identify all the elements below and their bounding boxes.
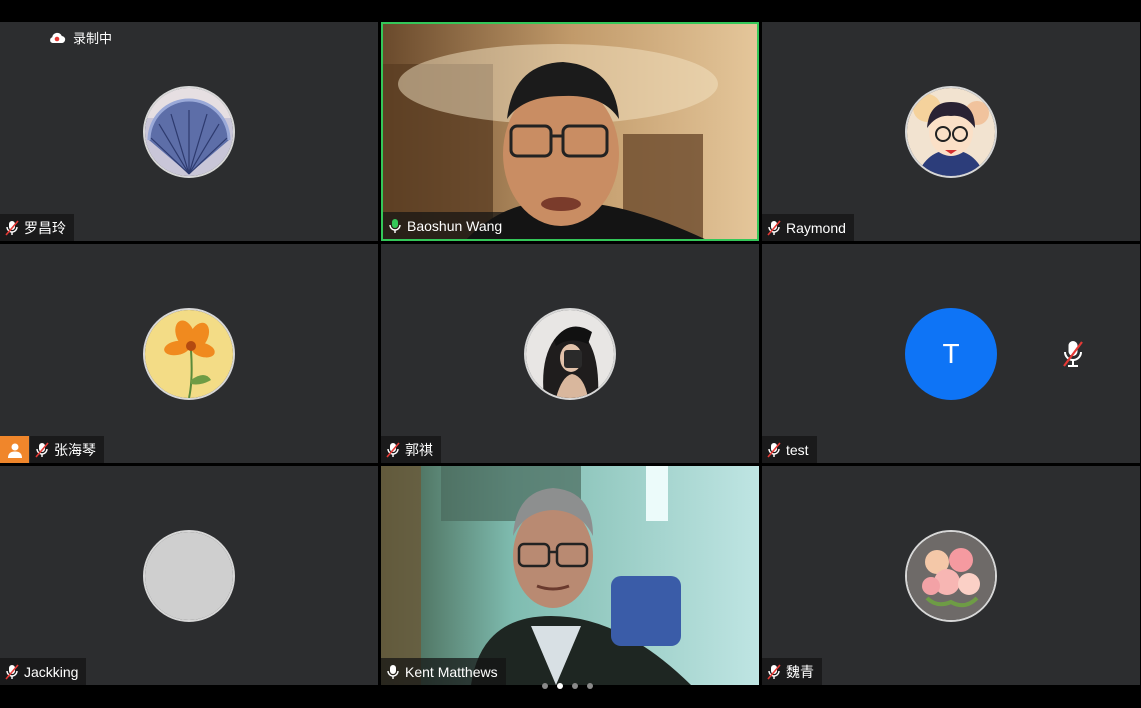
muted-mic-icon [1063,340,1083,367]
muted-mic-icon [767,663,781,680]
rose-bouquet-avatar [905,529,997,622]
muted-mic-icon [5,663,19,680]
page-dot-3[interactable] [572,683,578,689]
participant-name: Baoshun Wang [407,217,503,234]
host-badge [0,436,29,463]
participant-name: Kent Matthews [405,663,498,680]
participant-name: Raymond [786,219,846,236]
page-dot-1[interactable] [542,683,548,689]
participant-tile[interactable]: Jackking [0,466,378,685]
participant-nametag: Raymond [762,214,854,241]
participant-nametag: 魏青 [762,658,822,685]
fan-image-avatar [143,85,235,178]
cartoon-detective-avatar [905,85,997,178]
participant-name: test [786,441,809,458]
participant-tile[interactable]: 郭祺 [381,244,759,463]
muted-mic-icon [767,219,781,236]
cloud-icon [50,32,66,44]
mic-active-icon [389,218,401,233]
participant-name: 郭祺 [405,441,433,458]
participant-tile[interactable]: Kent Matthews [381,466,759,685]
video-grid: 录制中 罗昌玲 Baoshun Wang Raymond 张海琴 郭祺 T te… [0,22,1141,686]
page-indicator [542,683,593,689]
mic-active-icon [387,664,399,679]
recording-label: 录制中 [73,31,113,46]
participant-video [381,466,759,685]
orange-flower-avatar [143,307,235,400]
participant-tile[interactable]: 录制中 罗昌玲 [0,22,378,241]
recording-indicator: 录制中 [48,28,112,47]
participant-tile[interactable]: 张海琴 [0,244,378,463]
page-dot-4[interactable] [587,683,593,689]
person-icon [7,443,22,458]
participant-nametag: test [762,436,817,463]
participant-name: 魏青 [786,663,814,680]
participant-name: 张海琴 [54,441,96,458]
participant-name: 罗昌玲 [24,219,66,236]
participant-tile[interactable]: T test [762,244,1140,463]
muted-mic-icon [767,441,781,458]
participant-tile[interactable]: 魏青 [762,466,1140,685]
avatar-letter: T [942,337,960,369]
muted-mic-icon [386,441,400,458]
participant-nametag: 郭祺 [381,436,441,463]
participant-name: Jackking [24,663,79,680]
participant-nametag: Jackking [0,658,87,685]
participant-nametag: Baoshun Wang [383,212,511,239]
letter-avatar: T [905,307,997,400]
muted-mic-icon [35,441,49,458]
blank-gray-avatar [143,529,235,622]
participant-tile-speaking[interactable]: Baoshun Wang [381,22,759,241]
participant-video [383,24,757,239]
page-dot-2-active[interactable] [557,683,563,689]
muted-mic-icon [5,219,19,236]
girl-photo-avatar [524,307,616,400]
participant-nametag: 罗昌玲 [0,214,74,241]
participant-tile[interactable]: Raymond [762,22,1140,241]
participant-nametag: Kent Matthews [381,658,506,685]
participant-nametag: 张海琴 [30,436,104,463]
